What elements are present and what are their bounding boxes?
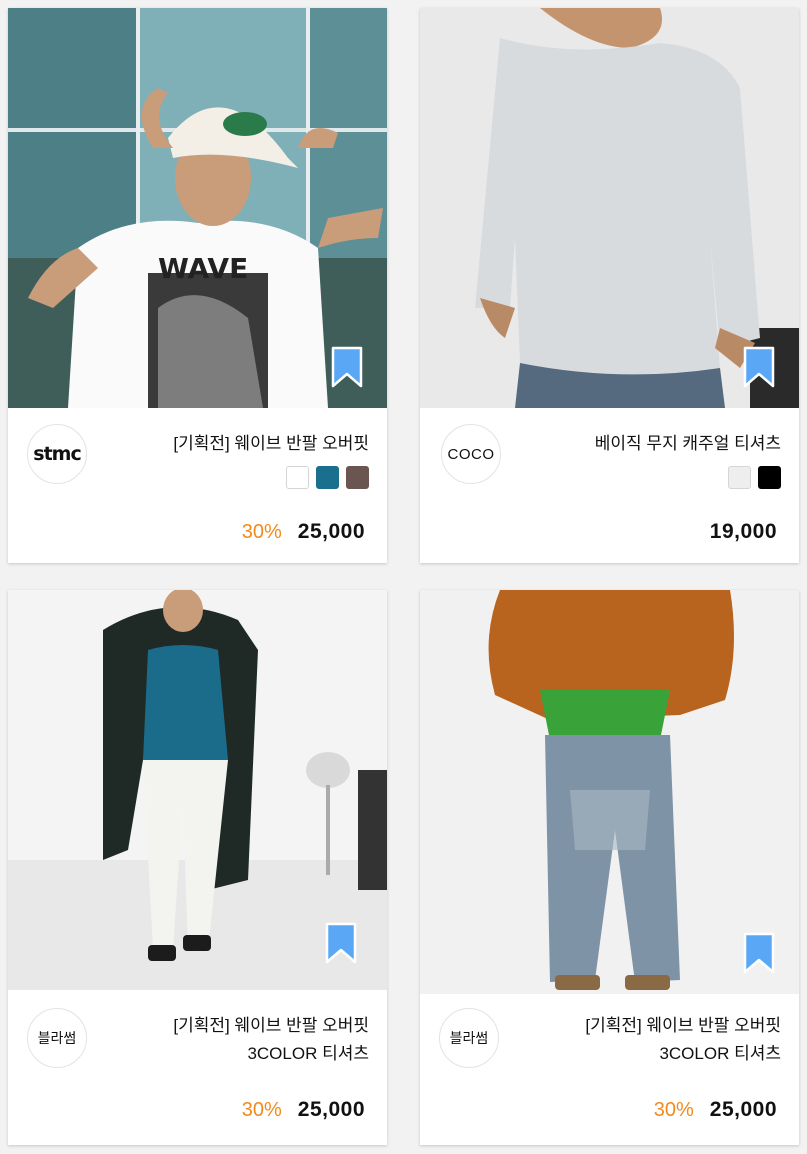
discount-rate: 30% bbox=[653, 1099, 694, 1121]
product-title[interactable]: [기획전] 웨이브 반팔 오버핏 bbox=[173, 430, 369, 458]
discount-rate: 30% bbox=[241, 1099, 282, 1121]
price: 25,000 bbox=[709, 1098, 777, 1121]
title-line: [기획전] 웨이브 반팔 오버핏 bbox=[585, 1016, 781, 1035]
product-title[interactable]: [기획전] 웨이브 반팔 오버핏 3COLOR 티셔츠 bbox=[173, 1012, 369, 1068]
brand-logo[interactable]: COCO bbox=[441, 424, 501, 484]
product-card[interactable]: 블라썸 [기획전] 웨이브 반팔 오버핏 3COLOR 티셔츠 30% 25,0… bbox=[420, 590, 799, 1145]
title-line: [기획전] 웨이브 반팔 오버핏 bbox=[173, 434, 369, 453]
color-swatch[interactable] bbox=[346, 466, 369, 489]
bookmark-icon[interactable] bbox=[743, 932, 775, 974]
bookmark-icon[interactable] bbox=[743, 346, 775, 388]
color-swatches bbox=[728, 466, 781, 489]
price-row: 30% 25,000 bbox=[654, 1098, 777, 1122]
title-line: [기획전] 웨이브 반팔 오버핏 bbox=[173, 1016, 369, 1035]
product-card[interactable]: COCO 베이직 무지 캐주얼 티셔츠 19,000 bbox=[420, 8, 799, 563]
brand-logo[interactable]: 블라썸 bbox=[439, 1008, 499, 1068]
product-image[interactable] bbox=[420, 590, 799, 994]
color-swatches bbox=[286, 466, 369, 489]
bookmark-icon[interactable] bbox=[331, 346, 363, 388]
svg-text:WAVE: WAVE bbox=[158, 252, 248, 285]
discount-rate: 30% bbox=[241, 521, 282, 543]
product-card[interactable]: 블라썸 [기획전] 웨이브 반팔 오버핏 3COLOR 티셔츠 30% 25,0… bbox=[8, 590, 387, 1145]
price-row: 19,000 bbox=[710, 520, 777, 544]
price: 25,000 bbox=[297, 1098, 365, 1121]
color-swatch[interactable] bbox=[758, 466, 781, 489]
brand-logo[interactable]: stmc bbox=[27, 424, 87, 484]
color-swatch[interactable] bbox=[316, 466, 339, 489]
title-line: 베이직 무지 캐주얼 티셔츠 bbox=[594, 434, 781, 453]
price-row: 30% 25,000 bbox=[242, 520, 365, 544]
product-card[interactable]: WAVE stmc [기획전] 웨이브 반팔 오버핏 30% 25,000 bbox=[8, 8, 387, 563]
title-line: 3COLOR 티셔츠 bbox=[659, 1044, 781, 1063]
color-swatch[interactable] bbox=[728, 466, 751, 489]
brand-logo[interactable]: 블라썸 bbox=[27, 1008, 87, 1068]
price: 19,000 bbox=[709, 520, 777, 543]
color-swatch[interactable] bbox=[286, 466, 309, 489]
bookmark-icon[interactable] bbox=[325, 922, 357, 964]
price-row: 30% 25,000 bbox=[242, 1098, 365, 1122]
product-title[interactable]: [기획전] 웨이브 반팔 오버핏 3COLOR 티셔츠 bbox=[585, 1012, 781, 1068]
product-title[interactable]: 베이직 무지 캐주얼 티셔츠 bbox=[595, 430, 781, 458]
product-image[interactable] bbox=[420, 8, 799, 408]
product-image[interactable]: WAVE bbox=[8, 8, 387, 408]
title-line: 3COLOR 티셔츠 bbox=[247, 1044, 369, 1063]
product-image[interactable] bbox=[8, 590, 387, 990]
price: 25,000 bbox=[297, 520, 365, 543]
